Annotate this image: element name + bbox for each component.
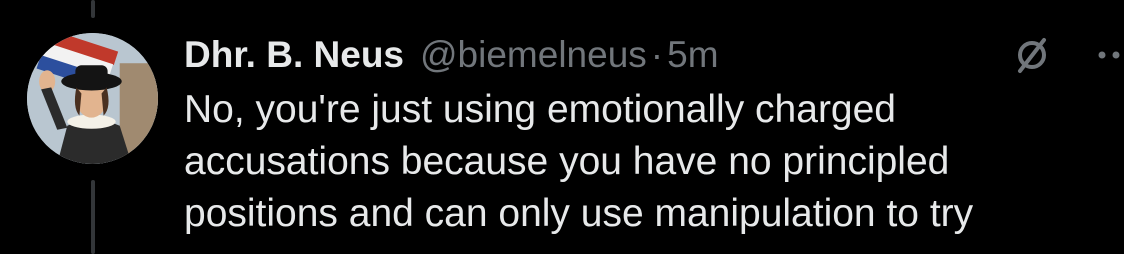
tweet-text: No, you're just using emotionally charge… [184,88,974,235]
more-horizontal-icon[interactable] [1094,34,1124,76]
separator-dot: · [650,34,664,75]
tweet-header: Dhr. B. Neus @biemelneus · 5m [184,30,719,80]
grok-slash-icon[interactable] [1011,34,1053,76]
display-name[interactable]: Dhr. B. Neus [184,34,404,76]
thread-line-top [91,0,95,18]
avatar-image [27,33,158,164]
avatar[interactable] [27,33,158,164]
timestamp[interactable]: 5m [667,34,718,76]
user-handle[interactable]: @biemelneus [420,34,647,76]
thread-line-bottom [91,180,95,254]
